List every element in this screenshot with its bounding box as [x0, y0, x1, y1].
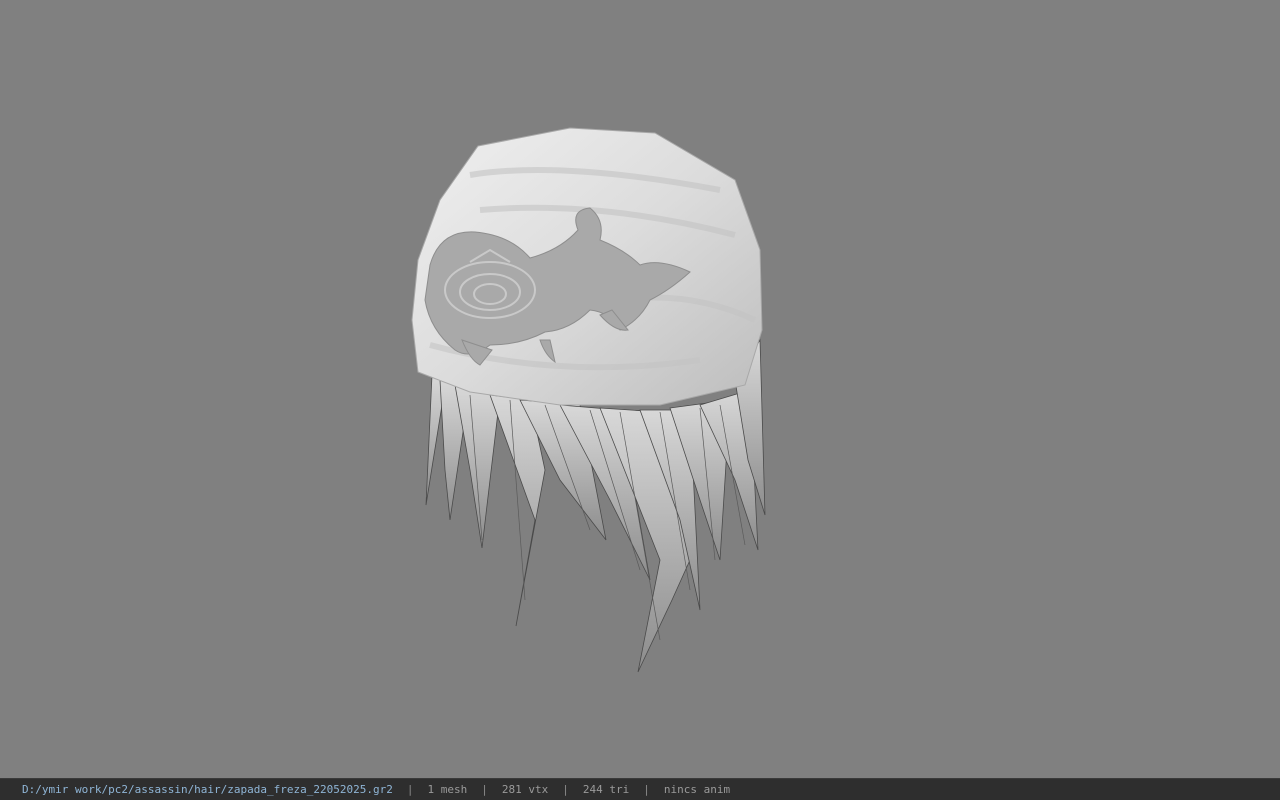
- status-separator: |: [643, 783, 650, 796]
- vertex-count-label: 281 vtx: [501, 783, 549, 796]
- animation-status-label: nincs anim: [663, 783, 731, 796]
- model-render[interactable]: [0, 0, 1280, 778]
- triangle-count-label: 244 tri: [582, 783, 630, 796]
- 3d-viewport[interactable]: [0, 0, 1280, 778]
- status-separator: |: [406, 783, 414, 796]
- status-separator: |: [562, 783, 569, 796]
- status-separator: |: [481, 783, 488, 796]
- file-path-label: D:/ymir work/pc2/assassin/hair/zapada_fr…: [22, 783, 393, 796]
- status-bar: D:/ymir work/pc2/assassin/hair/zapada_fr…: [0, 778, 1280, 800]
- mesh-count-label: 1 mesh: [427, 783, 468, 796]
